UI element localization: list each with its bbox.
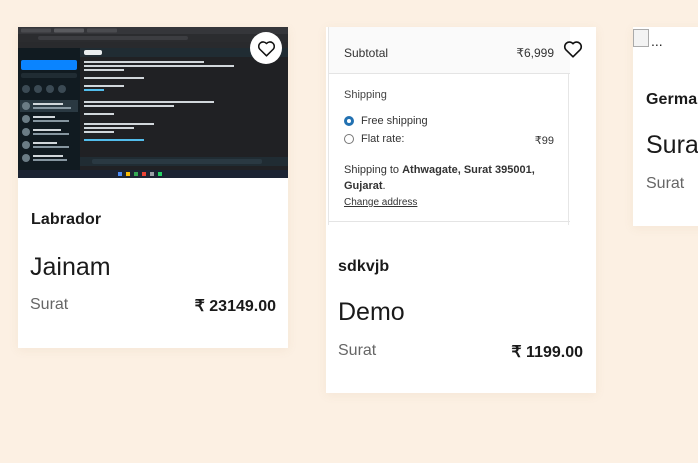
favorite-button[interactable] <box>250 32 282 64</box>
flat-rate-label: Flat rate: <box>361 133 405 145</box>
pet-location: Surat <box>338 342 377 359</box>
product-card[interactable]: Subtotal ₹6,999 Shipping Free shipping F… <box>326 27 596 393</box>
pet-breed: sdkvjb <box>338 258 390 275</box>
pet-breed: Labrador <box>31 211 102 228</box>
heart-outline-icon <box>563 41 583 58</box>
shipping-heading: Shipping <box>344 89 387 101</box>
radio-selected-icon <box>344 116 354 126</box>
favorite-button[interactable] <box>557 33 589 65</box>
subtotal-value: ₹6,999 <box>516 46 554 60</box>
pet-price: ₹ 1199.00 <box>511 344 583 361</box>
flat-rate-value: ₹99 <box>534 135 554 147</box>
product-image[interactable] <box>18 27 288 178</box>
pet-name: Sura <box>646 131 698 159</box>
image-alt-text: ... <box>651 33 663 49</box>
product-card[interactable]: Labrador Jainam Surat ₹ 23149.00 <box>18 27 288 348</box>
product-image-broken[interactable]: ... <box>633 27 663 49</box>
pet-location: Surat <box>30 296 69 313</box>
shipping-option-free: Free shipping <box>344 115 428 127</box>
checkout-summary-image: Subtotal ₹6,999 Shipping Free shipping F… <box>328 27 570 225</box>
heart-outline-icon <box>257 40 275 57</box>
divider <box>329 221 570 222</box>
pet-price: ₹ 23149.00 <box>194 298 276 315</box>
subtotal-row: Subtotal ₹6,999 <box>329 27 570 74</box>
product-card[interactable]: ... Germa Sura Surat <box>633 27 698 226</box>
subtotal-label: Subtotal <box>344 46 389 60</box>
shipping-destination: Shipping to Athwagate, Surat 395001, Guj… <box>344 164 535 192</box>
pet-breed: Germa <box>646 91 698 108</box>
free-shipping-label: Free shipping <box>361 115 428 127</box>
change-address-link: Change address <box>344 197 418 208</box>
screenshot-thumbnail <box>18 27 288 178</box>
pet-name: Demo <box>338 298 405 326</box>
shipping-to-prefix: Shipping to <box>344 164 403 176</box>
pet-location: Surat <box>646 175 685 192</box>
radio-unselected-icon <box>344 134 354 144</box>
pet-name: Jainam <box>30 253 111 281</box>
shipping-option-flat: Flat rate: <box>344 133 404 145</box>
broken-image-icon <box>633 29 649 47</box>
